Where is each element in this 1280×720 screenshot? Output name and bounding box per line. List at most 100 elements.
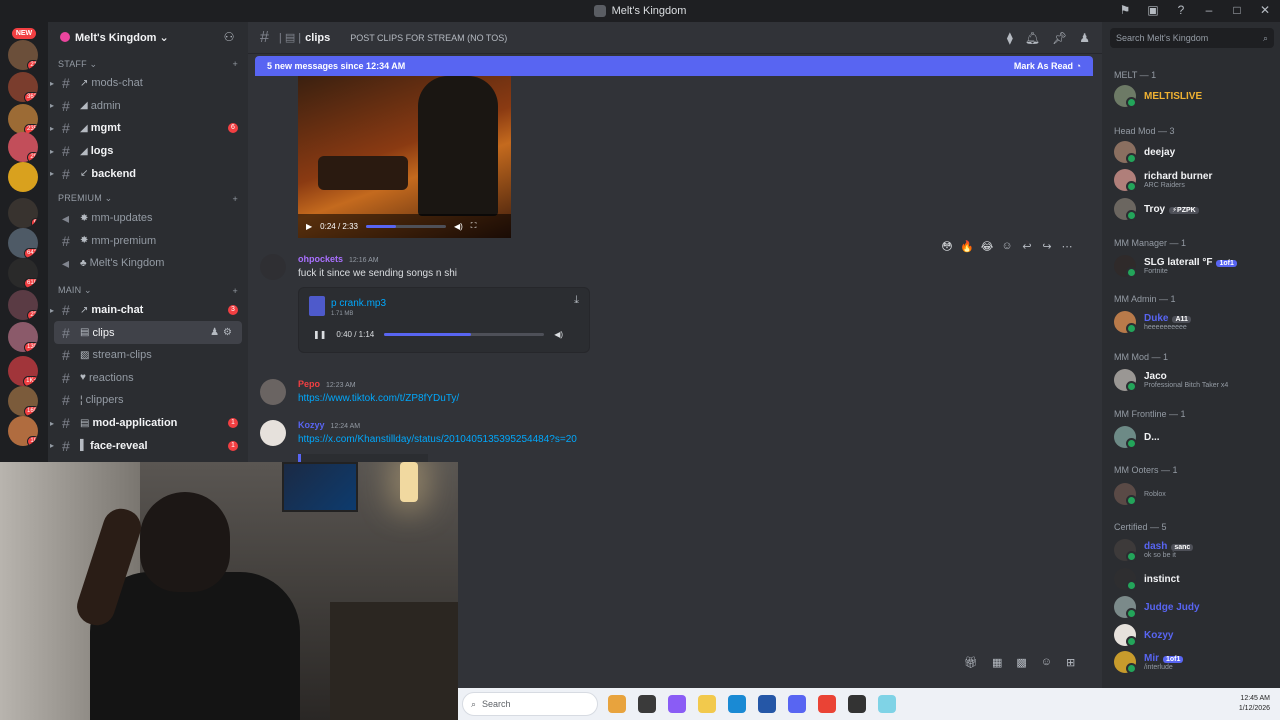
avatar[interactable] <box>260 420 286 446</box>
channel-clippers[interactable]: # ¦ clippers <box>48 389 248 412</box>
category-main[interactable]: MAIN ⌄ + <box>48 283 248 299</box>
channel-melts-kingdom[interactable]: ◂ ♣ Melt's Kingdom <box>48 252 248 275</box>
pause-icon[interactable]: ❚❚ <box>313 330 326 339</box>
server-icon[interactable]: 1K+ <box>8 356 38 386</box>
add-reaction-icon[interactable]: ☺ <box>1000 240 1014 253</box>
gift-icon[interactable]: 🎁︎ <box>964 656 978 669</box>
channel-mm-updates[interactable]: ◂ ✸ mm-updates <box>48 207 248 230</box>
pin-icon[interactable]: 📌︎ <box>1052 31 1067 45</box>
member-item[interactable]: D... <box>1114 425 1278 449</box>
server-icon[interactable]: 18 <box>8 416 38 446</box>
channel-face-reveal[interactable]: ▸ # ▌ face-reveal 1 <box>48 434 248 457</box>
reaction-fire-icon[interactable]: 🔥 <box>960 240 974 253</box>
file-explorer-icon[interactable] <box>698 695 716 713</box>
sticker-icon[interactable]: ▩ <box>1016 656 1026 669</box>
member-item[interactable]: MELTISLIVE <box>1114 84 1278 108</box>
server-icon[interactable]: 362 <box>8 72 38 102</box>
member-item[interactable]: richard burner ARC Raiders <box>1114 168 1278 192</box>
channel-mgmt[interactable]: ▸ # ◢ mgmt 6 <box>48 117 248 140</box>
category-premium[interactable]: PREMIUM ⌄ + <box>48 191 248 207</box>
file-name[interactable]: p crank.mp3 <box>331 298 386 309</box>
member-item[interactable]: instinct <box>1114 567 1278 591</box>
channel-logs[interactable]: ▸ # ◢ logs <box>48 140 248 163</box>
channel-backend[interactable]: ▸ # ↙ backend <box>48 162 248 185</box>
gear-icon[interactable]: ⚙ <box>223 327 232 338</box>
inbox-icon[interactable]: ⚑ <box>1118 3 1132 17</box>
close-button[interactable]: ✕ <box>1258 3 1272 17</box>
taskbar-search[interactable]: ⌕ Search <box>462 692 598 716</box>
server-icon[interactable]: 23 <box>8 290 38 320</box>
category-staff[interactable]: STAFF ⌄ + <box>48 56 248 72</box>
emoji-icon[interactable]: ☺ <box>1041 656 1052 669</box>
message-link[interactable]: https://www.tiktok.com/t/ZP8fYDuTy/ <box>298 393 459 404</box>
help-icon[interactable]: ? <box>1174 3 1188 17</box>
member-item[interactable]: Duke A11 heeeeeeeeee <box>1114 310 1278 334</box>
member-item[interactable]: Kozyy <box>1114 623 1278 647</box>
reaction-emoji-icon[interactable]: 😳 <box>940 240 954 253</box>
add-channel-icon[interactable]: + <box>233 286 238 296</box>
maximize-button[interactable]: □ <box>1230 3 1244 17</box>
server-icon[interactable]: 642 <box>8 228 38 258</box>
video-attachment[interactable]: ▶ 0:24 / 2:33 ◀) ⛶ <box>298 76 511 238</box>
member-item[interactable]: Roblox <box>1114 482 1278 506</box>
channel-mm-premium[interactable]: # ✸ mm-premium <box>48 230 248 253</box>
avatar[interactable] <box>260 379 286 405</box>
member-item[interactable]: Judge Judy <box>1114 595 1278 619</box>
member-item[interactable]: Mir 1of1/interlude <box>1114 650 1278 674</box>
member-list-icon[interactable]: ♟ <box>1079 31 1090 45</box>
add-channel-icon[interactable]: + <box>233 194 238 204</box>
fullscreen-icon[interactable]: ⛶ <box>471 221 477 231</box>
bell-icon[interactable]: 🔔︎ <box>1025 31 1040 45</box>
server-icon[interactable]: 160 <box>8 386 38 416</box>
member-item[interactable]: SLG lateraII °F 1of1 Fortnite <box>1114 254 1278 278</box>
channel-topic[interactable]: POST CLIPS FOR STREAM (NO TOS) <box>350 33 1007 43</box>
message-link[interactable]: https://x.com/Khanstillday/status/201040… <box>298 434 577 445</box>
server-icon[interactable]: 21 <box>8 40 38 70</box>
message-author[interactable]: Pepo <box>298 379 320 389</box>
new-unreads-pill[interactable]: NEW <box>12 28 36 39</box>
server-icon[interactable]: 9 <box>8 198 38 228</box>
more-icon[interactable]: ⋯ <box>1060 240 1074 253</box>
video-seek-bar[interactable] <box>365 224 446 228</box>
discord-icon[interactable] <box>788 695 806 713</box>
volume-icon[interactable]: ◀) <box>454 222 463 231</box>
avatar[interactable] <box>260 254 286 280</box>
channel-clips[interactable]: # ▤ clips ♟ ⚙ <box>54 321 242 344</box>
task-view-icon[interactable] <box>638 695 656 713</box>
obs-icon[interactable] <box>848 695 866 713</box>
download-icon[interactable]: ⤓ <box>574 294 579 307</box>
play-icon[interactable]: ▶ <box>306 222 312 231</box>
apps-icon[interactable]: ⊞ <box>1066 656 1075 669</box>
message-author[interactable]: ohpockets <box>298 254 343 264</box>
minimize-button[interactable]: – <box>1202 3 1216 17</box>
channel-main-chat[interactable]: ▸ # ↗ main-chat 3 <box>48 299 248 322</box>
server-icon[interactable] <box>8 162 38 192</box>
new-messages-bar[interactable]: 5 new messages since 12:34 AM Mark As Re… <box>255 56 1093 76</box>
chrome-icon[interactable] <box>818 695 836 713</box>
member-item[interactable]: Jaco Professional Bitch Taker x4 <box>1114 368 1278 392</box>
mark-as-read-button[interactable]: Mark As Read ◔ <box>1014 61 1081 71</box>
store-icon[interactable] <box>758 695 776 713</box>
server-header[interactable]: Melt's Kingdom ⌄ ⚇ <box>48 22 248 52</box>
channel-mods-chat[interactable]: ▸ # ↗ mods-chat <box>48 72 248 95</box>
audio-seek-bar[interactable] <box>384 333 545 336</box>
copilot-icon[interactable] <box>668 695 686 713</box>
server-icon[interactable]: 235 <box>8 104 38 134</box>
edge-icon[interactable] <box>728 695 746 713</box>
channel-stream-clips[interactable]: # ▨ stream-clips <box>48 344 248 367</box>
app-icon[interactable] <box>878 695 896 713</box>
server-icon[interactable]: 618 <box>8 258 38 288</box>
threads-icon[interactable]: ⧫ <box>1007 31 1013 45</box>
member-item[interactable]: dash sanc ok so be it <box>1114 538 1278 562</box>
channel-admin[interactable]: ▸ # ◢ admin <box>48 95 248 118</box>
server-icon[interactable]: 29 <box>8 132 38 162</box>
channel-reactions[interactable]: # ♥ reactions <box>48 367 248 390</box>
server-icon[interactable]: 130 <box>8 322 38 352</box>
member-item[interactable]: Troy ⚡PZPK <box>1114 197 1278 221</box>
message-author[interactable]: Kozyy <box>298 420 325 430</box>
reaction-laugh-icon[interactable]: 😂 <box>980 240 994 253</box>
screen-icon[interactable]: ▣ <box>1146 3 1160 17</box>
channel-mod-application[interactable]: ▸ # ▤ mod-application 1 <box>48 412 248 435</box>
volume-icon[interactable]: ◀) <box>554 330 563 339</box>
invite-icon[interactable]: ⚇ <box>222 30 236 44</box>
